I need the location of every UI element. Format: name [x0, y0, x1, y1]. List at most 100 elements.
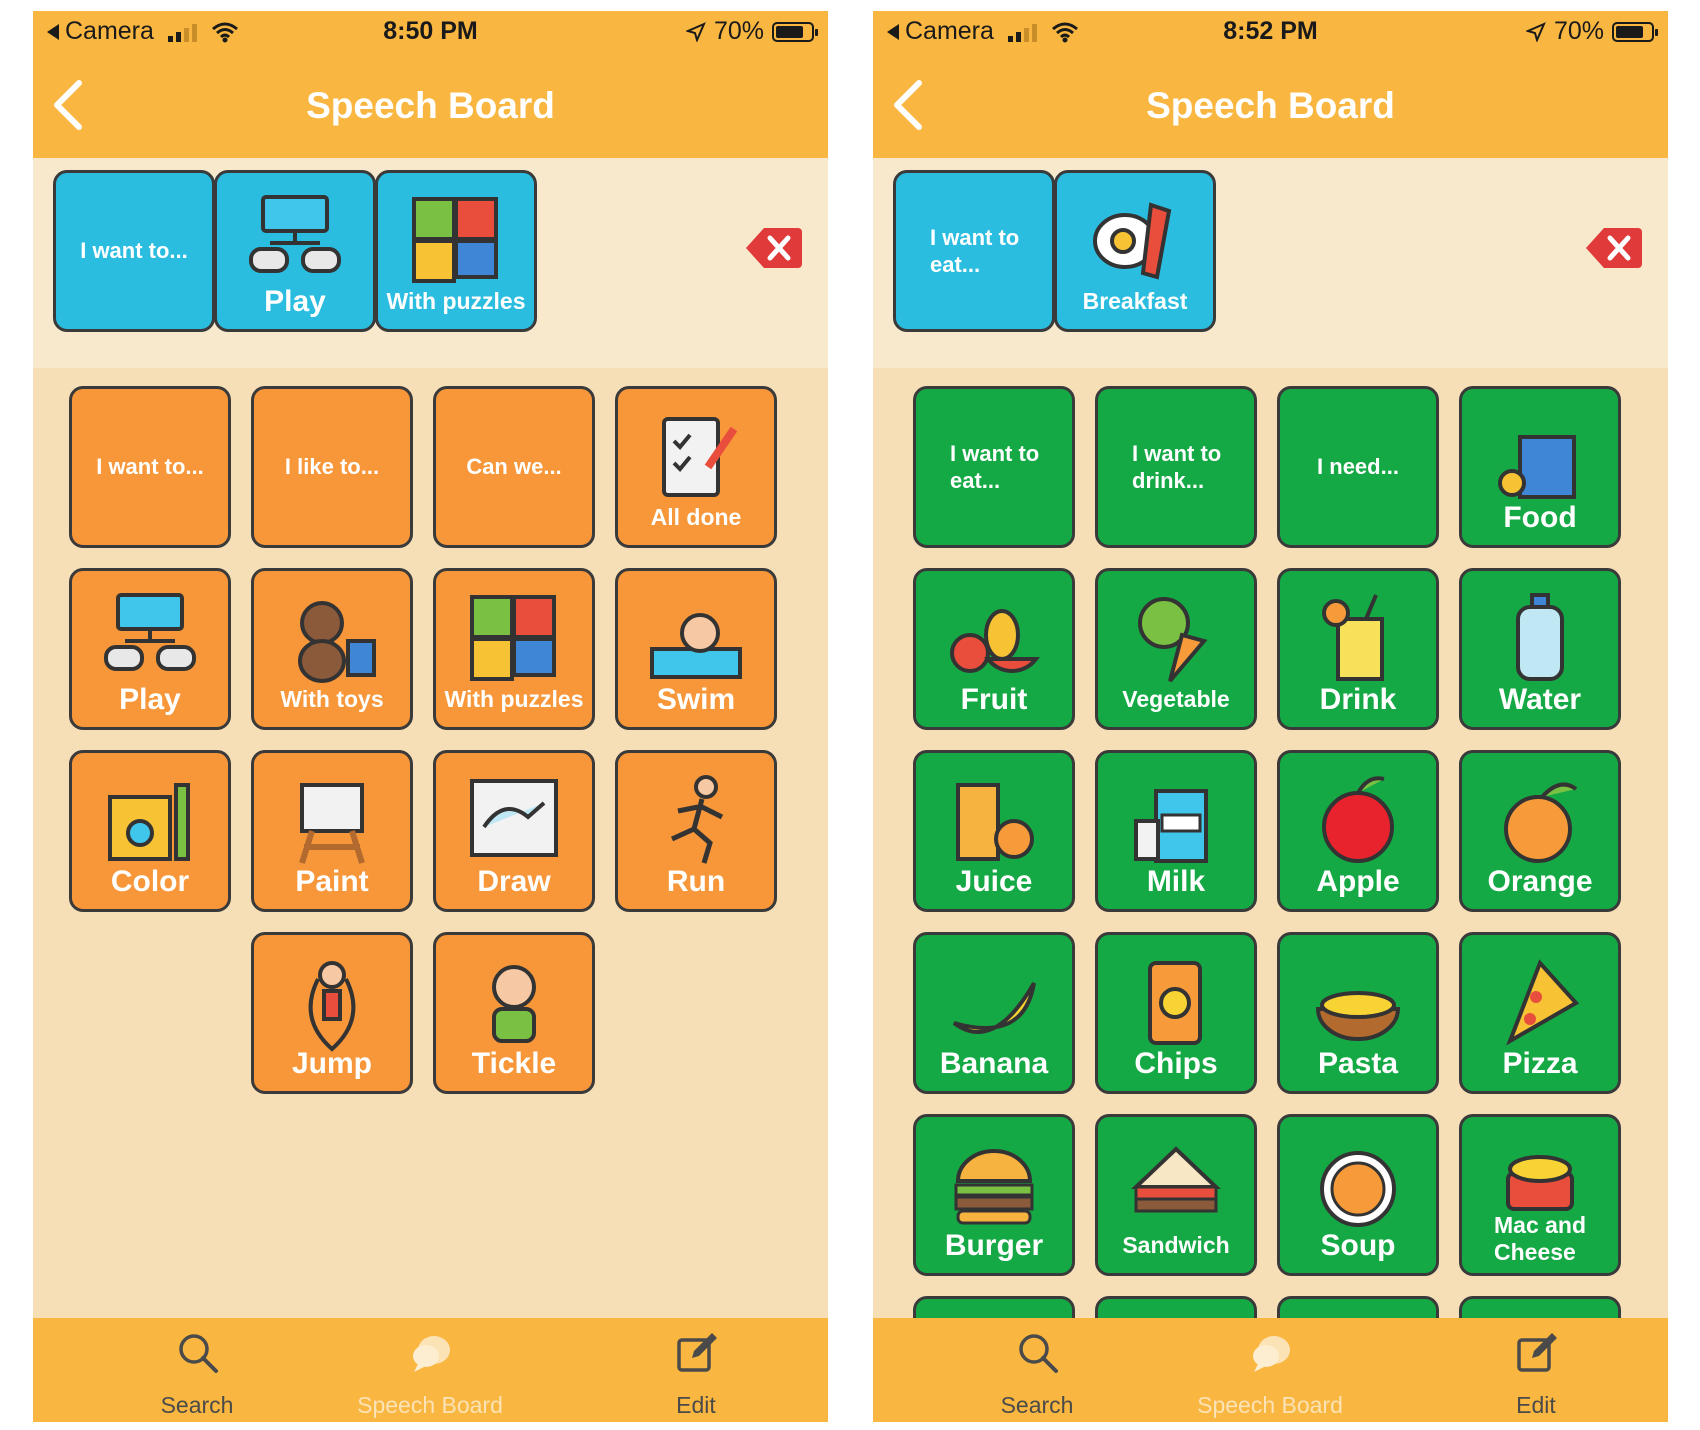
speech-board-screen-eat: Camera 8:52 PM 70% Speech Board I want t… — [873, 11, 1668, 1422]
page-title: Speech Board — [306, 85, 555, 126]
word-tile[interactable]: Jump — [251, 932, 413, 1094]
tab-search[interactable]: Search — [937, 1318, 1137, 1422]
word-tile[interactable]: All done — [615, 386, 777, 548]
word-tile[interactable]: Vegetable — [1095, 568, 1257, 730]
word-tile-label: Pizza — [1502, 1047, 1578, 1080]
tab-search[interactable]: Search — [97, 1318, 297, 1422]
sketchbook-icon — [464, 771, 564, 871]
jump-rope-icon — [282, 953, 382, 1053]
tab-edit[interactable]: Edit — [1436, 1318, 1636, 1422]
word-tile[interactable]: Fruit — [913, 568, 1075, 730]
word-tile[interactable]: Draw — [433, 750, 595, 912]
egg-bacon-icon — [1085, 191, 1185, 291]
word-tile[interactable]: Chips — [1095, 932, 1257, 1094]
word-tile[interactable]: Orange — [1459, 750, 1621, 912]
word-tile-label: Juice — [955, 865, 1033, 898]
puzzle-icon — [464, 589, 564, 689]
word-tile[interactable]: Paint — [251, 750, 413, 912]
word-tile[interactable]: Tickle — [433, 932, 595, 1094]
laughing-child-icon — [464, 953, 564, 1053]
battery-icon — [1612, 21, 1658, 42]
word-tile-label: Color — [110, 865, 190, 898]
word-tile-label: Pasta — [1317, 1047, 1399, 1080]
word-tile[interactable]: Color — [69, 750, 231, 912]
pasta-bowl-icon — [1308, 953, 1408, 1053]
word-tile[interactable]: I want to eat... — [913, 386, 1075, 548]
word-tile-label: I like to... — [284, 454, 380, 480]
word-tile-label: Drink — [1319, 683, 1397, 716]
vegetables-icon — [1126, 589, 1226, 689]
word-tile[interactable]: Can we... — [433, 386, 595, 548]
word-tile[interactable]: Soup — [1277, 1114, 1439, 1276]
word-tile[interactable]: Banana — [913, 932, 1075, 1094]
location-arrow-icon — [685, 21, 706, 42]
word-tile-label: I want to eat... — [950, 440, 1040, 494]
teddy-bear-icon — [282, 589, 382, 689]
tab-label: Search — [160, 1392, 234, 1418]
word-tile[interactable]: With toys — [251, 568, 413, 730]
sentence-tile[interactable]: Play — [214, 170, 376, 332]
burger-icon — [944, 1135, 1044, 1235]
word-tile[interactable]: Milk — [1095, 750, 1257, 912]
delete-backspace-icon[interactable] — [1584, 224, 1644, 272]
juice-glass-icon — [944, 771, 1044, 871]
word-tile[interactable]: I want to... — [69, 386, 231, 548]
word-tile-label: Orange — [1487, 865, 1593, 898]
sentence-tile-label: With puzzles — [386, 288, 526, 314]
sandwich-icon — [1126, 1135, 1226, 1235]
word-tile[interactable]: I want to drink... — [1095, 386, 1257, 548]
speech-board-screen-play: Camera 8:50 PM 70% Speech Board I want t… — [33, 11, 828, 1422]
word-tile-label: Jump — [291, 1047, 372, 1080]
word-tile[interactable]: With puzzles — [433, 568, 595, 730]
delete-backspace-icon[interactable] — [744, 224, 804, 272]
edit-icon — [1517, 1333, 1557, 1372]
word-tile[interactable]: Burger — [913, 1114, 1075, 1276]
cup-straw-icon — [1308, 589, 1408, 689]
word-tile[interactable]: Apple — [1277, 750, 1439, 912]
word-tile-label: Water — [1498, 683, 1582, 716]
tab-label: Speech Board — [357, 1392, 503, 1418]
word-tile-label: Mac and Cheese — [1494, 1212, 1587, 1265]
word-tile[interactable]: Food — [1459, 386, 1621, 548]
word-tile[interactable]: Juice — [913, 750, 1075, 912]
word-tile-label: All done — [650, 504, 742, 530]
word-tile[interactable]: Drink — [1277, 568, 1439, 730]
battery-icon — [772, 21, 818, 42]
sentence-tile-label: I want to... — [80, 238, 188, 264]
word-tile[interactable]: I need... — [1277, 386, 1439, 548]
word-tile-label: Chips — [1134, 1047, 1218, 1080]
sentence-strip: I want to eat... Breakfast — [873, 158, 1668, 368]
word-tile[interactable]: I like to... — [251, 386, 413, 548]
tab-speech-board[interactable]: Speech Board — [1170, 1318, 1370, 1422]
sentence-tile[interactable]: Breakfast — [1054, 170, 1216, 332]
chips-bag-icon — [1126, 953, 1226, 1053]
word-tile[interactable]: Pizza — [1459, 932, 1621, 1094]
word-tile-label: Banana — [939, 1047, 1049, 1080]
word-tile[interactable]: Water — [1459, 568, 1621, 730]
word-tile-label: With toys — [280, 686, 384, 712]
game-controllers-icon — [245, 191, 345, 291]
word-tile[interactable]: Mac and Cheese — [1459, 1114, 1621, 1276]
pizza-slice-icon — [1490, 953, 1590, 1053]
game-controllers-icon — [100, 589, 200, 689]
word-tile[interactable]: Run — [615, 750, 777, 912]
tab-edit[interactable]: Edit — [596, 1318, 796, 1422]
word-tile-label: With puzzles — [444, 686, 584, 712]
word-tile-label: Vegetable — [1122, 686, 1230, 712]
sentence-tile[interactable]: I want to... — [53, 170, 215, 332]
tab-speech-board[interactable]: Speech Board — [330, 1318, 530, 1422]
apple-icon — [1308, 771, 1408, 871]
location-arrow-icon — [1525, 21, 1546, 42]
word-tile[interactable]: Play — [69, 568, 231, 730]
sentence-tile-label: Play — [264, 285, 326, 318]
nav-bar: Speech Board — [873, 55, 1668, 158]
word-tile-label: Run — [666, 865, 726, 898]
sentence-tile[interactable]: With puzzles — [375, 170, 537, 332]
search-icon — [1019, 1334, 1058, 1373]
word-tile[interactable]: Pasta — [1277, 932, 1439, 1094]
word-tile[interactable]: Swim — [615, 568, 777, 730]
speech-bubble-icon — [1253, 1336, 1290, 1372]
sentence-tile[interactable]: I want to eat... — [893, 170, 1055, 332]
word-tile[interactable]: Sandwich — [1095, 1114, 1257, 1276]
water-bottle-icon — [1490, 589, 1590, 689]
